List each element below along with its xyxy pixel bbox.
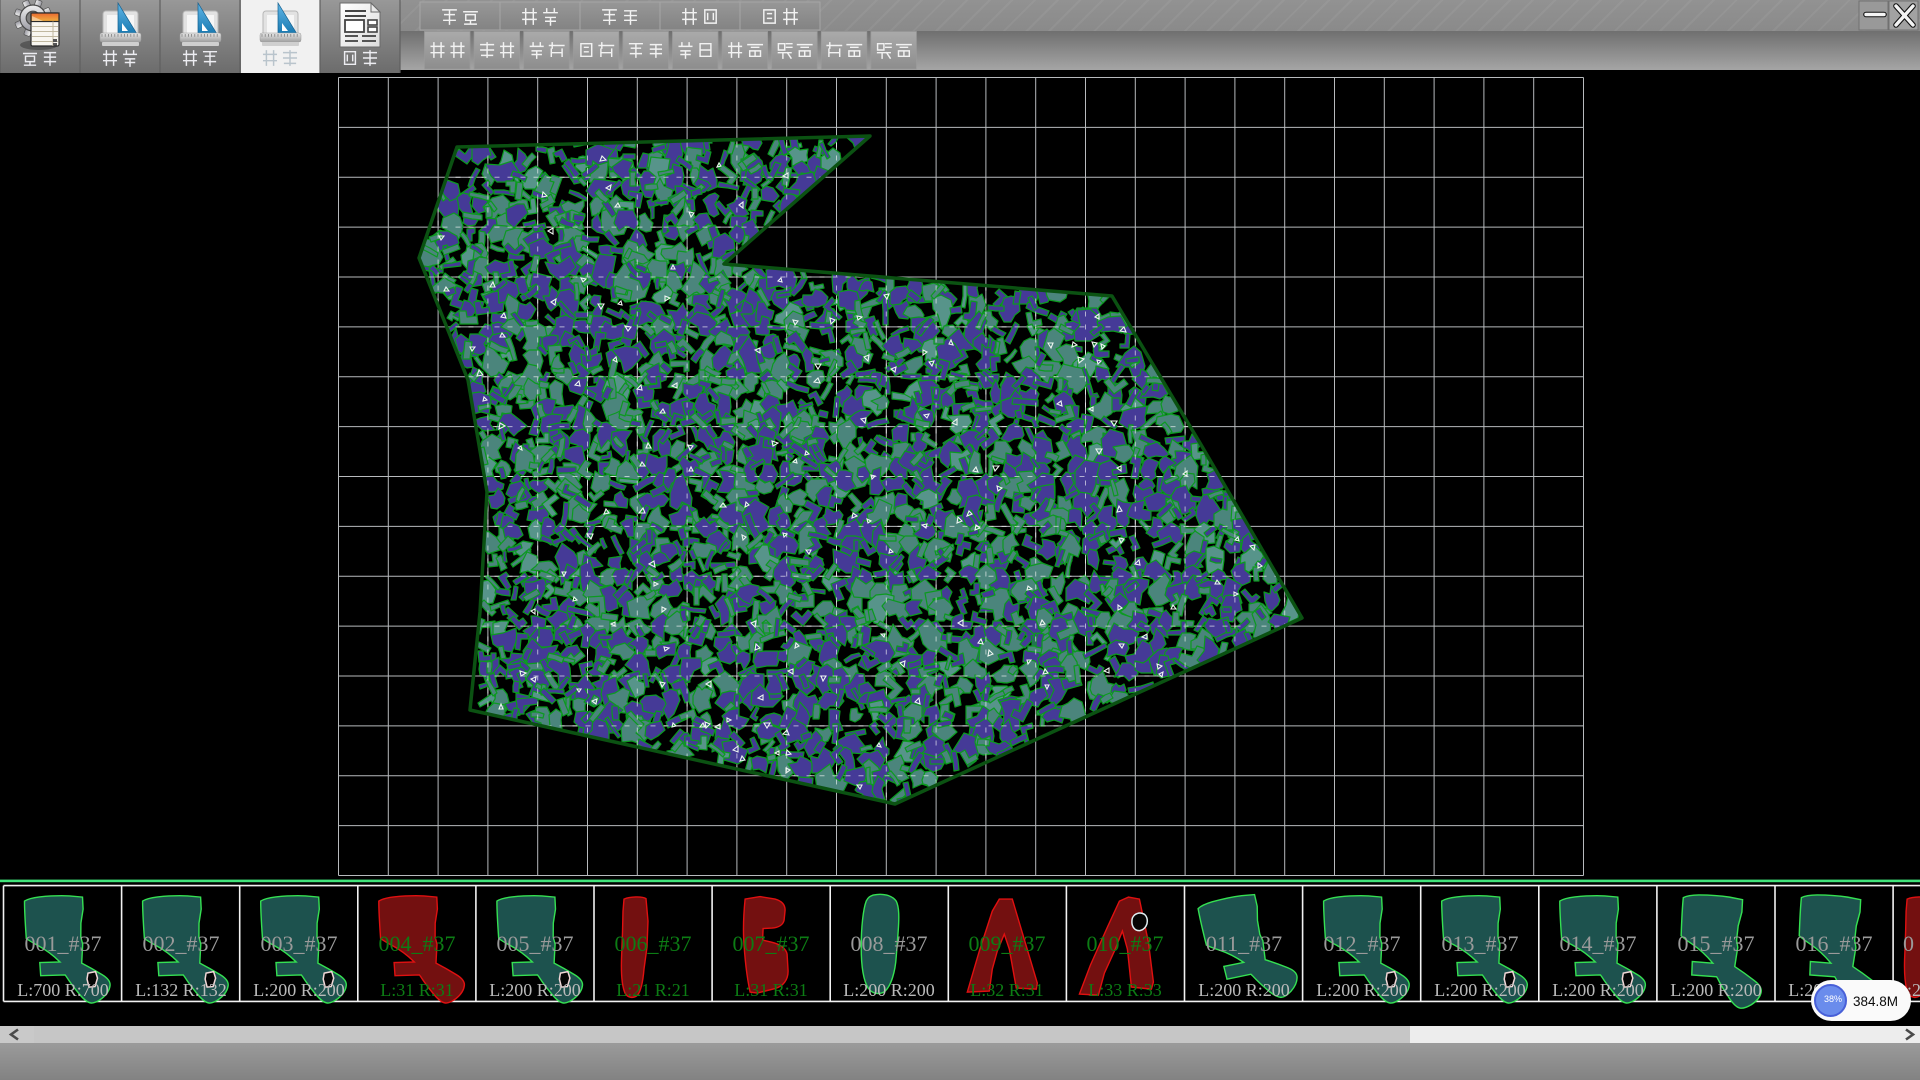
svg-text:L:31 R:31: L:31 R:31 (734, 980, 808, 1000)
svg-text:014_#37: 014_#37 (1560, 931, 1637, 956)
svg-text:L:200 R:200: L:200 R:200 (1316, 980, 1408, 1000)
svg-text:L:200 R:200: L:200 R:200 (1552, 980, 1644, 1000)
svg-text:L:200 R:200: L:200 R:200 (843, 980, 935, 1000)
svg-text:015_#37: 015_#37 (1678, 931, 1755, 956)
svg-text:L:200 R:200: L:200 R:200 (1434, 980, 1526, 1000)
svg-text:013_#37: 013_#37 (1442, 931, 1519, 956)
svg-text:002_#37: 002_#37 (143, 931, 220, 956)
svg-text:006_#37: 006_#37 (615, 931, 692, 956)
svg-text:003_#37: 003_#37 (261, 931, 338, 956)
svg-text:L:33 R:33: L:33 R:33 (1088, 980, 1162, 1000)
svg-text:016_#37: 016_#37 (1796, 931, 1873, 956)
svg-text:L:21 R:21: L:21 R:21 (616, 980, 690, 1000)
svg-text:007_#37: 007_#37 (733, 931, 810, 956)
svg-text:L:700 R:700: L:700 R:700 (17, 980, 109, 1000)
svg-text:L:132 R:132: L:132 R:132 (135, 980, 227, 1000)
svg-text:L:200 R:200: L:200 R:200 (489, 980, 581, 1000)
svg-text:005_#37: 005_#37 (497, 931, 574, 956)
svg-text:0: 0 (1903, 931, 1914, 956)
svg-text:L:31 R:31: L:31 R:31 (380, 980, 454, 1000)
svg-text:L:32 R:31: L:32 R:31 (970, 980, 1044, 1000)
svg-text:012_#37: 012_#37 (1324, 931, 1401, 956)
svg-text:004_#37: 004_#37 (379, 931, 456, 956)
svg-text:001_#37: 001_#37 (25, 931, 102, 956)
svg-text:L:200 R:200: L:200 R:200 (1670, 980, 1762, 1000)
svg-text:008_#37: 008_#37 (851, 931, 928, 956)
svg-text:009_#37: 009_#37 (969, 931, 1046, 956)
svg-text:L:200 R:200: L:200 R:200 (253, 980, 345, 1000)
svg-text:010_#37: 010_#37 (1087, 931, 1164, 956)
svg-text:011_#37: 011_#37 (1206, 931, 1282, 956)
svg-text:L:200 R:200: L:200 R:200 (1198, 980, 1290, 1000)
